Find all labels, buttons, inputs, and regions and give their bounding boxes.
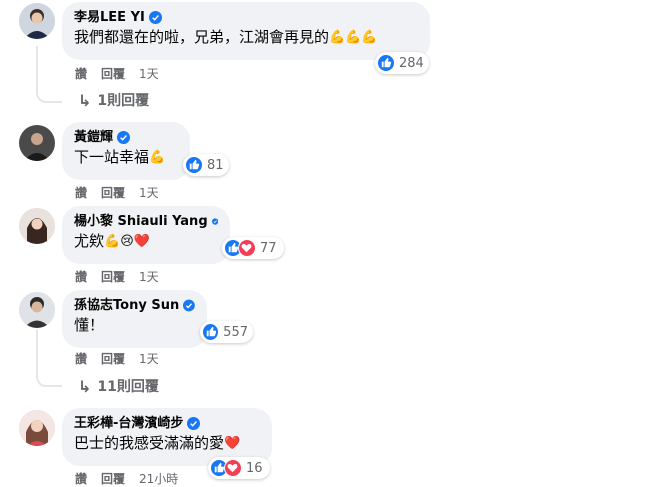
like-button[interactable]: 讚	[75, 65, 87, 82]
comment-author[interactable]: 王彩樺-台灣濱崎步	[74, 415, 260, 432]
verified-badge-icon	[148, 11, 162, 24]
avatar[interactable]	[19, 125, 55, 161]
avatar[interactable]	[19, 208, 55, 244]
thread-line	[36, 330, 62, 387]
verified-badge-icon	[117, 131, 131, 144]
emoji-red-heart: ❤️	[224, 436, 241, 451]
like-reaction-icon	[185, 156, 203, 174]
reply-button[interactable]: 回覆	[101, 184, 125, 201]
like-button[interactable]: 讚	[75, 268, 87, 285]
love-reaction-icon	[224, 459, 242, 477]
verified-badge-icon	[187, 417, 201, 430]
replies-count[interactable]: 11則回覆	[97, 376, 158, 396]
reaction-summary[interactable]: 557	[200, 321, 253, 343]
timestamp[interactable]: 1天	[139, 268, 159, 285]
avatar[interactable]	[19, 3, 55, 39]
comment-actions: 讚 回覆 21小時	[75, 470, 178, 487]
reaction-count: 81	[207, 157, 224, 173]
comment-bubble: 李易LEE YI 我們都還在的啦，兄弟，江湖會再見的💪💪💪	[62, 2, 430, 60]
like-reaction-icon	[377, 54, 395, 72]
avatar[interactable]	[19, 410, 55, 446]
verified-badge-icon	[211, 218, 218, 225]
reaction-count: 557	[223, 324, 248, 340]
comment-text: 下一站幸福💪	[74, 148, 166, 166]
emoji-reactions: 💪😢❤️	[104, 234, 150, 249]
reply-arrow-icon: ↳	[78, 376, 92, 396]
comment-text: 尤欸💪😢❤️	[74, 232, 150, 250]
reply-button[interactable]: 回覆	[101, 350, 125, 367]
timestamp[interactable]: 21小時	[139, 470, 178, 487]
comment-bubble: 孫協志Tony Sun 懂！	[62, 290, 207, 348]
comment-author[interactable]: 李易LEE YI	[74, 9, 418, 26]
verified-badge-icon	[183, 299, 195, 312]
like-button[interactable]: 讚	[75, 184, 87, 201]
view-replies-link[interactable]: ↳ 11則回覆	[78, 376, 159, 396]
author-name[interactable]: 王彩樺-台灣濱崎步	[74, 415, 183, 432]
comment-author[interactable]: 楊小黎 Shiauli Yang	[74, 213, 218, 230]
comment-actions: 讚 回覆 1天	[75, 268, 159, 285]
timestamp[interactable]: 1天	[139, 350, 159, 367]
replies-count[interactable]: 1則回覆	[97, 90, 149, 110]
reaction-summary[interactable]: 16	[208, 457, 270, 479]
reaction-count: 284	[399, 55, 424, 71]
author-name[interactable]: 黃鎧輝	[74, 129, 113, 146]
reply-button[interactable]: 回覆	[101, 65, 125, 82]
comment-actions: 讚 回覆 1天	[75, 65, 159, 82]
author-name[interactable]: 楊小黎 Shiauli Yang	[74, 213, 208, 230]
reaction-summary[interactable]: 77	[222, 237, 284, 259]
reaction-count: 16	[246, 460, 263, 476]
author-name[interactable]: 孫協志Tony Sun	[74, 297, 179, 314]
comment-text: 懂！	[74, 316, 105, 334]
comment-text: 巴士的我感受滿滿的愛❤️	[74, 434, 241, 452]
comment-text: 我們都還在的啦，兄弟，江湖會再見的💪💪💪	[74, 28, 378, 46]
reply-button[interactable]: 回覆	[101, 470, 125, 487]
view-replies-link[interactable]: ↳ 1則回覆	[78, 90, 149, 110]
author-name[interactable]: 李易LEE YI	[74, 9, 145, 26]
love-reaction-icon	[238, 239, 256, 257]
emoji-flexed-biceps: 💪	[149, 150, 166, 165]
comment-author[interactable]: 孫協志Tony Sun	[74, 297, 195, 314]
reaction-summary[interactable]: 81	[183, 154, 229, 176]
thread-line	[36, 46, 62, 103]
avatar[interactable]	[19, 292, 55, 328]
reply-button[interactable]: 回覆	[101, 268, 125, 285]
comment-bubble: 楊小黎 Shiauli Yang 尤欸💪😢❤️	[62, 206, 230, 264]
comment-actions: 讚 回覆 1天	[75, 350, 159, 367]
timestamp[interactable]: 1天	[139, 65, 159, 82]
reaction-summary[interactable]: 284	[375, 52, 429, 74]
emoji-flexed-biceps: 💪💪💪	[329, 30, 378, 45]
like-button[interactable]: 讚	[75, 350, 87, 367]
timestamp[interactable]: 1天	[139, 184, 159, 201]
comment-actions: 讚 回覆 1天	[75, 184, 159, 201]
like-button[interactable]: 讚	[75, 470, 87, 487]
like-reaction-icon	[202, 323, 220, 341]
reaction-count: 77	[260, 240, 277, 256]
reply-arrow-icon: ↳	[78, 90, 92, 110]
comment-bubble: 黃鎧輝 下一站幸福💪	[62, 122, 190, 180]
comment-author[interactable]: 黃鎧輝	[74, 129, 178, 146]
